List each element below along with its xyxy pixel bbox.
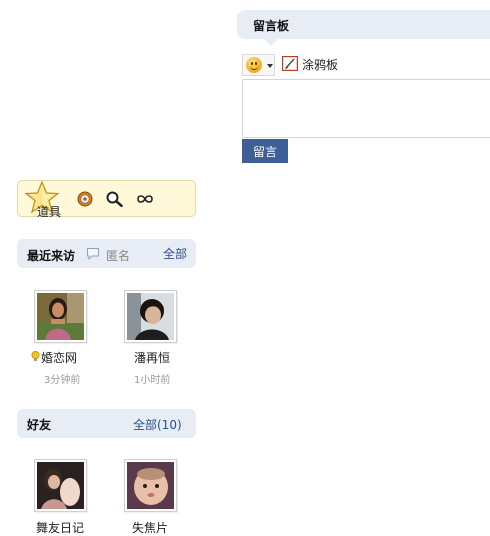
avatar[interactable] <box>34 459 87 512</box>
visit-time: 3分钟前 <box>44 375 81 386</box>
anonymous-bubble-icon[interactable] <box>86 247 100 260</box>
anonymous-visit-link[interactable]: 匿名 <box>106 247 130 264</box>
tools-label[interactable]: 道具 <box>37 203 61 220</box>
magnifier-icon[interactable] <box>106 191 124 207</box>
friends-title: 好友 <box>27 418 52 432</box>
doodle-pen-icon[interactable] <box>282 56 298 71</box>
message-board-title: 留言板 <box>253 19 290 33</box>
recent-visitors-all-link[interactable]: 全部 <box>163 245 187 262</box>
visitor-name[interactable]: 潘再恒 <box>134 349 170 366</box>
message-board-header-pointer <box>264 39 278 46</box>
avatar[interactable] <box>34 290 87 343</box>
recent-visitors-title: 最近来访 <box>27 249 76 263</box>
visit-time: 1小时前 <box>134 375 171 386</box>
medal-icon[interactable] <box>77 191 93 207</box>
smiley-icon <box>246 57 262 73</box>
doodle-board-button[interactable]: 涂鸦板 <box>302 56 338 73</box>
avatar[interactable] <box>124 290 177 343</box>
lightbulb-icon <box>31 351 40 361</box>
infinity-icon[interactable] <box>136 193 154 205</box>
friend-photo <box>37 462 84 509</box>
chevron-down-icon <box>267 64 273 68</box>
leave-message-button[interactable]: 留言 <box>242 139 288 163</box>
friends-all-link[interactable]: 全部(10) <box>133 416 182 433</box>
visitor-name[interactable]: 婚恋网 <box>41 349 77 366</box>
avatar[interactable] <box>124 459 177 512</box>
visitor-photo <box>127 293 174 340</box>
visitor-photo <box>37 293 84 340</box>
friend-photo <box>127 462 174 509</box>
message-textarea[interactable] <box>242 79 490 138</box>
